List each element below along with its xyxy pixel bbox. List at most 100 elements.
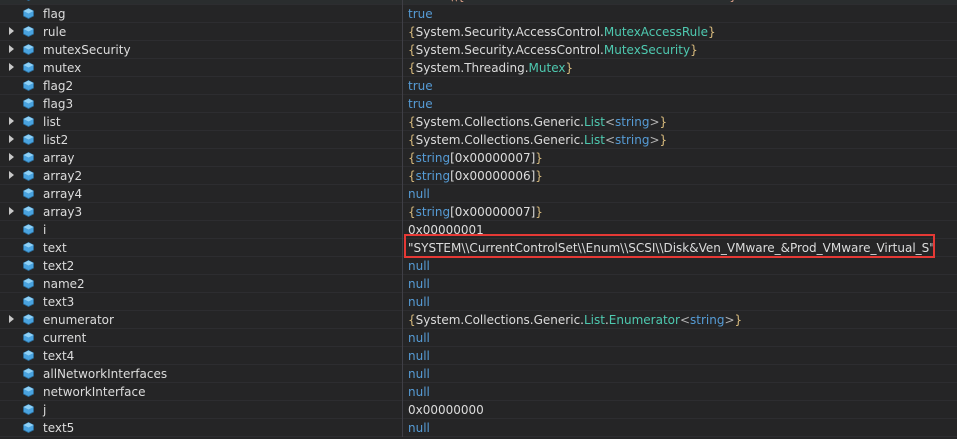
name-cell: flag	[0, 5, 403, 23]
locals-row-networkInterface[interactable]: networkInterface null	[0, 383, 957, 401]
value-token: null	[408, 421, 430, 435]
value-token: string	[615, 115, 650, 129]
value-cell[interactable]: 0x00000000	[408, 402, 484, 418]
name-cell: current	[0, 329, 403, 347]
value-token: "CLSID\\{F8638EA3-66ED-4996-B40C-8FC8E09…	[408, 0, 742, 3]
locals-row-name2[interactable]: name2 null	[0, 275, 957, 293]
name-cell: text3	[0, 293, 403, 311]
local-variable-icon	[23, 98, 34, 109]
value-cell[interactable]: 0x00000001	[408, 222, 484, 238]
expand-arrow-icon[interactable]	[9, 27, 14, 35]
locals-row-j[interactable]: j 0x00000000	[0, 401, 957, 419]
value-cell[interactable]: {System.Collections.Generic.List<string>…	[408, 132, 667, 148]
locals-row-mutexSecurity[interactable]: mutexSecurity {System.Security.AccessCont…	[0, 41, 957, 59]
name-cell: text2	[0, 257, 403, 275]
locals-row-array2[interactable]: array2 {string[0x00000006]}	[0, 167, 957, 185]
expand-arrow-icon[interactable]	[9, 45, 14, 53]
local-variable-icon	[23, 206, 34, 217]
name-cell: j	[0, 401, 403, 419]
locals-row-text4[interactable]: text4 null	[0, 347, 957, 365]
locals-row-list[interactable]: list {System.Collections.Generic.List<str…	[0, 113, 957, 131]
name-cell: array2	[0, 167, 403, 185]
expand-arrow-icon[interactable]	[9, 207, 14, 215]
variable-name: list	[43, 115, 61, 129]
expand-arrow-icon[interactable]	[9, 135, 14, 143]
value-token: string	[690, 313, 725, 327]
local-variable-icon	[23, 386, 34, 397]
value-cell[interactable]: {System.Security.AccessControl.MutexAcce…	[408, 24, 716, 40]
value-token: }	[535, 205, 543, 219]
value-cell[interactable]: true	[408, 96, 433, 112]
value-cell[interactable]: null	[408, 330, 430, 346]
locals-row-flag[interactable]: flag true	[0, 5, 957, 23]
value-cell[interactable]: null	[408, 294, 430, 310]
value-token: System.Security.AccessControl.	[415, 43, 604, 57]
variable-name: current	[43, 331, 87, 345]
value-token: [0x00000007]	[450, 205, 536, 219]
value-cell[interactable]: true	[408, 78, 433, 94]
value-cell[interactable]: null	[408, 258, 430, 274]
expand-arrow-icon[interactable]	[9, 63, 14, 71]
value-token: string	[415, 205, 451, 219]
value-cell[interactable]: null	[408, 186, 430, 202]
locals-row-text[interactable]: text "SYSTEM\\CurrentControlSet\\Enum\\SC…	[0, 239, 957, 257]
value-token: string	[415, 169, 451, 183]
expand-arrow-icon[interactable]	[9, 171, 14, 179]
value-token: }	[565, 61, 574, 75]
value-token: <	[679, 313, 690, 327]
value-token: <	[604, 133, 616, 147]
locals-row-current[interactable]: current null	[0, 329, 957, 347]
value-cell[interactable]: "SYSTEM\\CurrentControlSet\\Enum\\SCSI\\…	[408, 240, 935, 256]
locals-row-list2[interactable]: list2 {System.Collections.Generic.List<st…	[0, 131, 957, 149]
locals-row-text3[interactable]: text3 null	[0, 293, 957, 311]
locals-row-text5[interactable]: text5 null	[0, 419, 957, 437]
local-variable-icon	[23, 188, 34, 199]
value-cell[interactable]: null	[408, 420, 430, 436]
variable-name: array4	[43, 187, 83, 201]
value-token: List	[583, 313, 605, 327]
variable-name: networkInterface	[43, 385, 146, 399]
value-cell[interactable]: true	[408, 6, 433, 22]
value-cell[interactable]: null	[408, 366, 430, 382]
expand-arrow-icon[interactable]	[9, 153, 14, 161]
locals-row-mutex[interactable]: mutex {System.Threading.Mutex}	[0, 59, 957, 77]
value-cell[interactable]: {string[0x00000007]}	[408, 204, 543, 220]
locals-row-flag2[interactable]: flag2 true	[0, 77, 957, 95]
variable-name: flag	[43, 7, 66, 21]
locals-row-text2[interactable]: text2 null	[0, 257, 957, 275]
value-cell[interactable]: {System.Collections.Generic.List<string>…	[408, 114, 667, 130]
expand-arrow-icon[interactable]	[9, 117, 14, 125]
locals-row-array4[interactable]: array4 null	[0, 185, 957, 203]
locals-row-allNetworkInterfaces[interactable]: allNetworkInterfaces null	[0, 365, 957, 383]
value-token: null	[408, 187, 430, 201]
value-cell[interactable]: null	[408, 348, 430, 364]
value-token: }	[535, 169, 543, 183]
locals-row-flag3[interactable]: flag3 true	[0, 95, 957, 113]
value-token: string	[415, 151, 451, 165]
locals-row-array3[interactable]: array3 {string[0x00000007]}	[0, 203, 957, 221]
value-token: "SYSTEM\\CurrentControlSet\\Enum\\SCSI\\…	[408, 241, 935, 255]
value-cell[interactable]: "CLSID\\{F8638EA3-66ED-4996-B40C-8FC8E09…	[408, 0, 742, 4]
local-variable-icon	[23, 350, 34, 361]
value-token: {	[408, 115, 416, 129]
expand-arrow-icon[interactable]	[9, 315, 14, 323]
locals-row-rule[interactable]: rule {System.Security.AccessControl.Mutex…	[0, 23, 957, 41]
name-cell: array3	[0, 203, 403, 221]
name-cell: mutexSecurity	[0, 41, 403, 59]
locals-row-array[interactable]: array {string[0x00000007]}	[0, 149, 957, 167]
local-variable-icon	[23, 260, 34, 271]
value-token: null	[408, 277, 430, 291]
name-cell: rule	[0, 23, 403, 41]
value-cell[interactable]: {System.Security.AccessControl.MutexSecu…	[408, 42, 698, 58]
value-cell[interactable]: {string[0x00000007]}	[408, 150, 543, 166]
locals-row-i[interactable]: i 0x00000001	[0, 221, 957, 239]
variable-name: text	[43, 241, 67, 255]
value-cell[interactable]: {string[0x00000006]}	[408, 168, 543, 184]
value-cell[interactable]: null	[408, 276, 430, 292]
value-cell[interactable]: {System.Collections.Generic.List.Enumera…	[408, 312, 742, 328]
locals-row-enumerator[interactable]: enumerator {System.Collections.Generic.Li…	[0, 311, 957, 329]
variable-name: flag3	[43, 97, 74, 111]
value-cell[interactable]: null	[408, 384, 430, 400]
local-variable-icon	[23, 278, 34, 289]
value-cell[interactable]: {System.Threading.Mutex}	[408, 60, 573, 76]
